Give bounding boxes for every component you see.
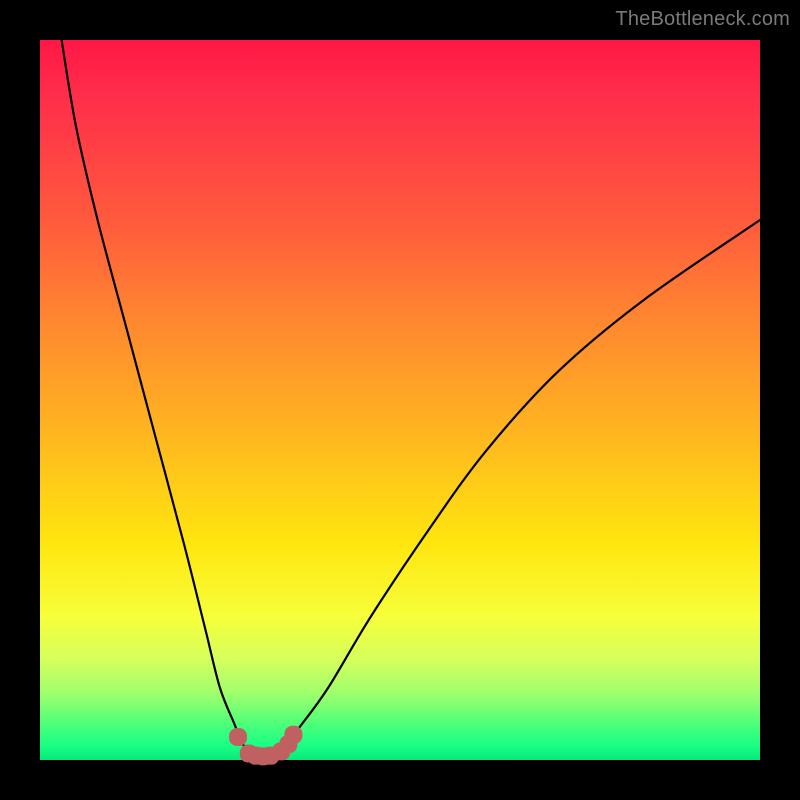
chart-frame: TheBottleneck.com [0, 0, 800, 800]
curve-svg [40, 40, 760, 760]
curve-markers [229, 726, 302, 766]
watermark-text: TheBottleneck.com [615, 8, 790, 31]
curve-marker [229, 728, 247, 746]
curve-marker [284, 726, 302, 744]
bottleneck-curve [62, 40, 760, 756]
plot-area [40, 40, 760, 760]
